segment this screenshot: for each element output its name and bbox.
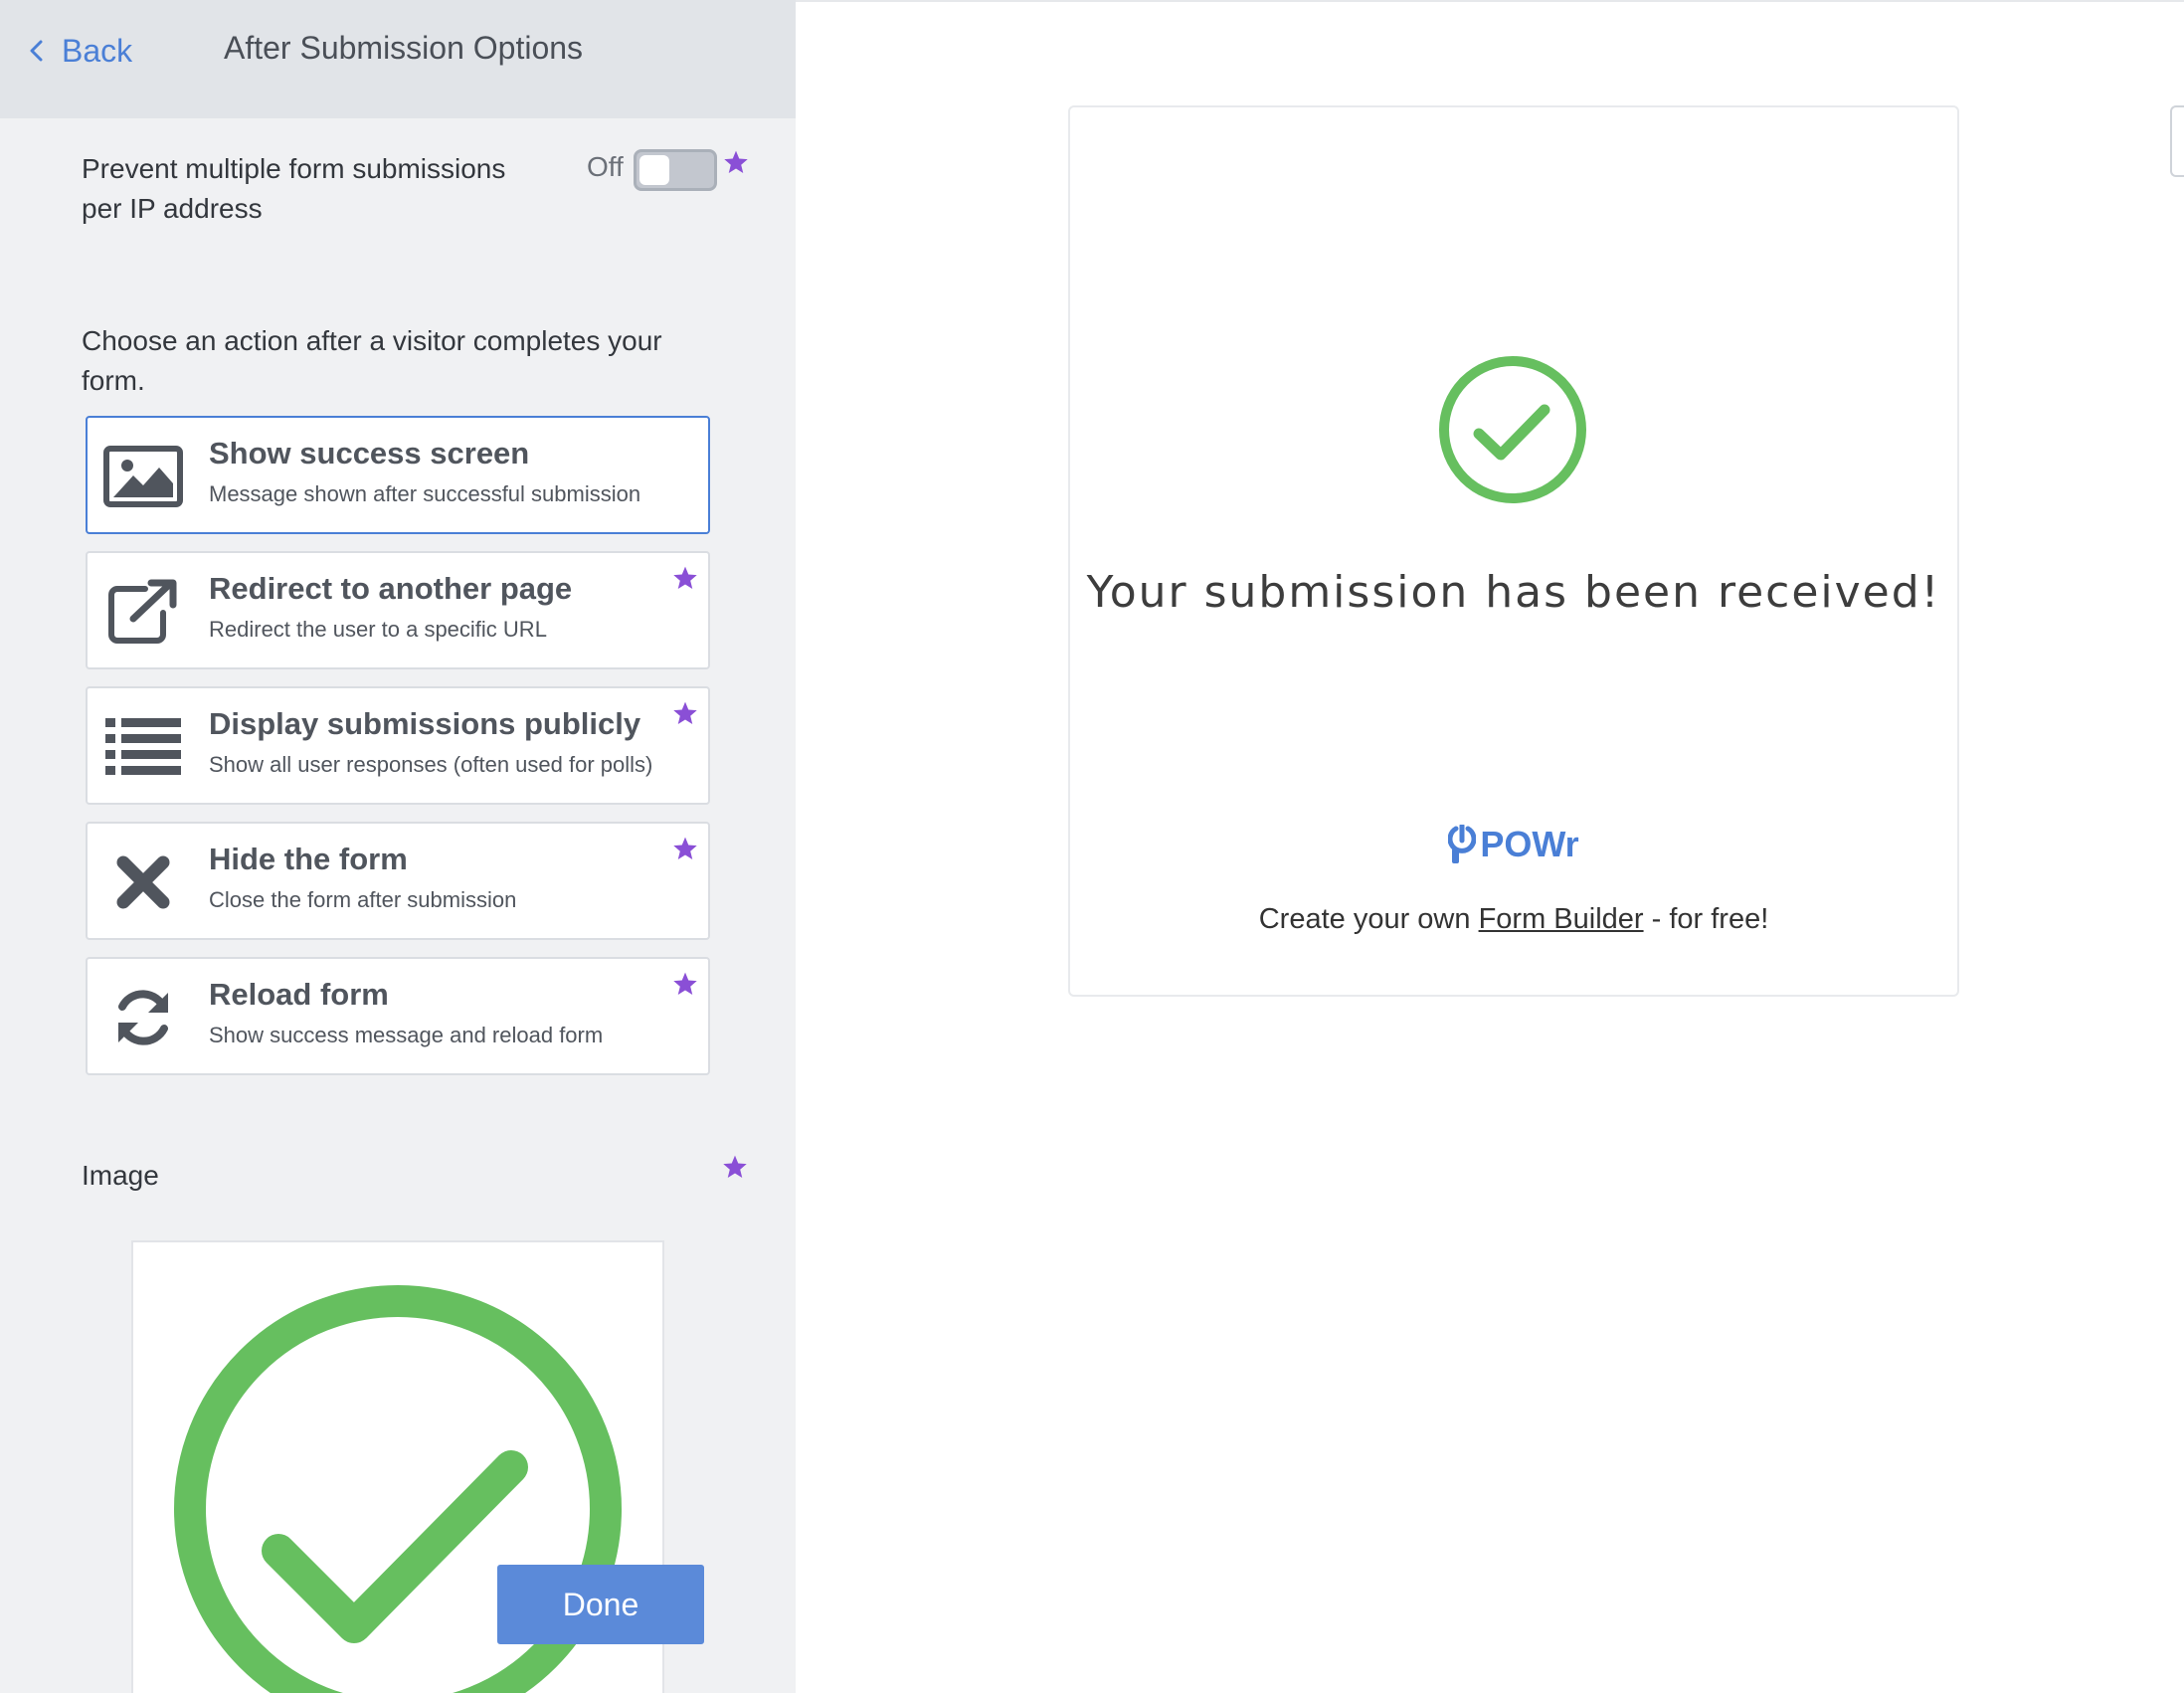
option-display-submissions[interactable]: Display submissions publicly Show all us… bbox=[86, 686, 710, 805]
image-icon bbox=[103, 444, 183, 509]
premium-star-icon bbox=[672, 971, 698, 997]
premium-star-icon bbox=[723, 149, 749, 175]
edge-panel-tab[interactable] bbox=[2170, 105, 2184, 177]
sidebar-header: Back After Submission Options bbox=[0, 0, 796, 118]
option-title: Display submissions publicly bbox=[209, 706, 641, 741]
external-link-icon bbox=[103, 579, 183, 645]
option-title: Show success screen bbox=[209, 436, 530, 470]
option-description: Close the form after submission bbox=[209, 887, 517, 912]
cta-suffix: - for free! bbox=[1643, 903, 1769, 935]
toggle-knob bbox=[639, 155, 669, 185]
powr-brand: POWr bbox=[1480, 824, 1579, 864]
ip-limit-toggle[interactable] bbox=[634, 149, 717, 191]
option-description: Show all user responses (often used for … bbox=[209, 752, 653, 777]
success-message: Your submission has been received! bbox=[1086, 567, 1941, 618]
option-title: Reload form bbox=[209, 977, 389, 1012]
success-screen-card: Your submission has been received! POWr … bbox=[1068, 105, 1959, 997]
ip-limit-label: Prevent multiple form submissions per IP… bbox=[82, 153, 506, 224]
option-redirect-page[interactable]: Redirect to another page Redirect the us… bbox=[86, 551, 710, 669]
option-title: Redirect to another page bbox=[209, 571, 573, 606]
option-reload-form[interactable]: Reload form Show success message and rel… bbox=[86, 957, 710, 1075]
premium-star-icon bbox=[672, 836, 698, 861]
powr-cta: Create your own Form Builder - for free! bbox=[1070, 903, 1957, 936]
option-show-success-screen[interactable]: Show success screen Message shown after … bbox=[86, 416, 710, 534]
option-description: Message shown after successful submissio… bbox=[209, 481, 641, 506]
image-label: Image bbox=[82, 1160, 159, 1191]
list-icon bbox=[103, 714, 183, 780]
settings-sidebar: Back After Submission Options Prevent mu… bbox=[0, 0, 796, 1693]
form-preview: Your submission has been received! POWr … bbox=[796, 0, 2184, 1693]
toggle-state-label: Off bbox=[587, 151, 624, 182]
premium-star-icon bbox=[672, 700, 698, 726]
option-description: Show success message and reload form bbox=[209, 1023, 604, 1047]
action-instructions: Choose an action after a visitor complet… bbox=[82, 325, 662, 396]
chevron-left-icon bbox=[30, 40, 43, 62]
refresh-icon bbox=[103, 985, 183, 1050]
powr-logo-icon bbox=[1448, 825, 1477, 863]
form-builder-link[interactable]: Form Builder bbox=[1479, 903, 1644, 935]
option-hide-form[interactable]: Hide the form Close the form after submi… bbox=[86, 822, 710, 940]
premium-star-icon bbox=[722, 1154, 748, 1180]
option-description: Redirect the user to a specific URL bbox=[209, 617, 547, 642]
close-icon bbox=[103, 849, 183, 915]
option-title: Hide the form bbox=[209, 842, 408, 876]
premium-star-icon bbox=[672, 565, 698, 591]
back-button[interactable]: Back bbox=[26, 28, 132, 74]
powr-logo[interactable]: POWr bbox=[1070, 824, 1957, 865]
back-label: Back bbox=[62, 32, 133, 69]
cta-prefix: Create your own bbox=[1258, 903, 1479, 935]
done-button[interactable]: Done bbox=[497, 1565, 704, 1644]
page-title: After Submission Options bbox=[224, 30, 584, 66]
checkmark-circle-icon bbox=[1439, 356, 1586, 503]
ip-limit-setting: Prevent multiple form submissions per IP… bbox=[82, 149, 758, 229]
